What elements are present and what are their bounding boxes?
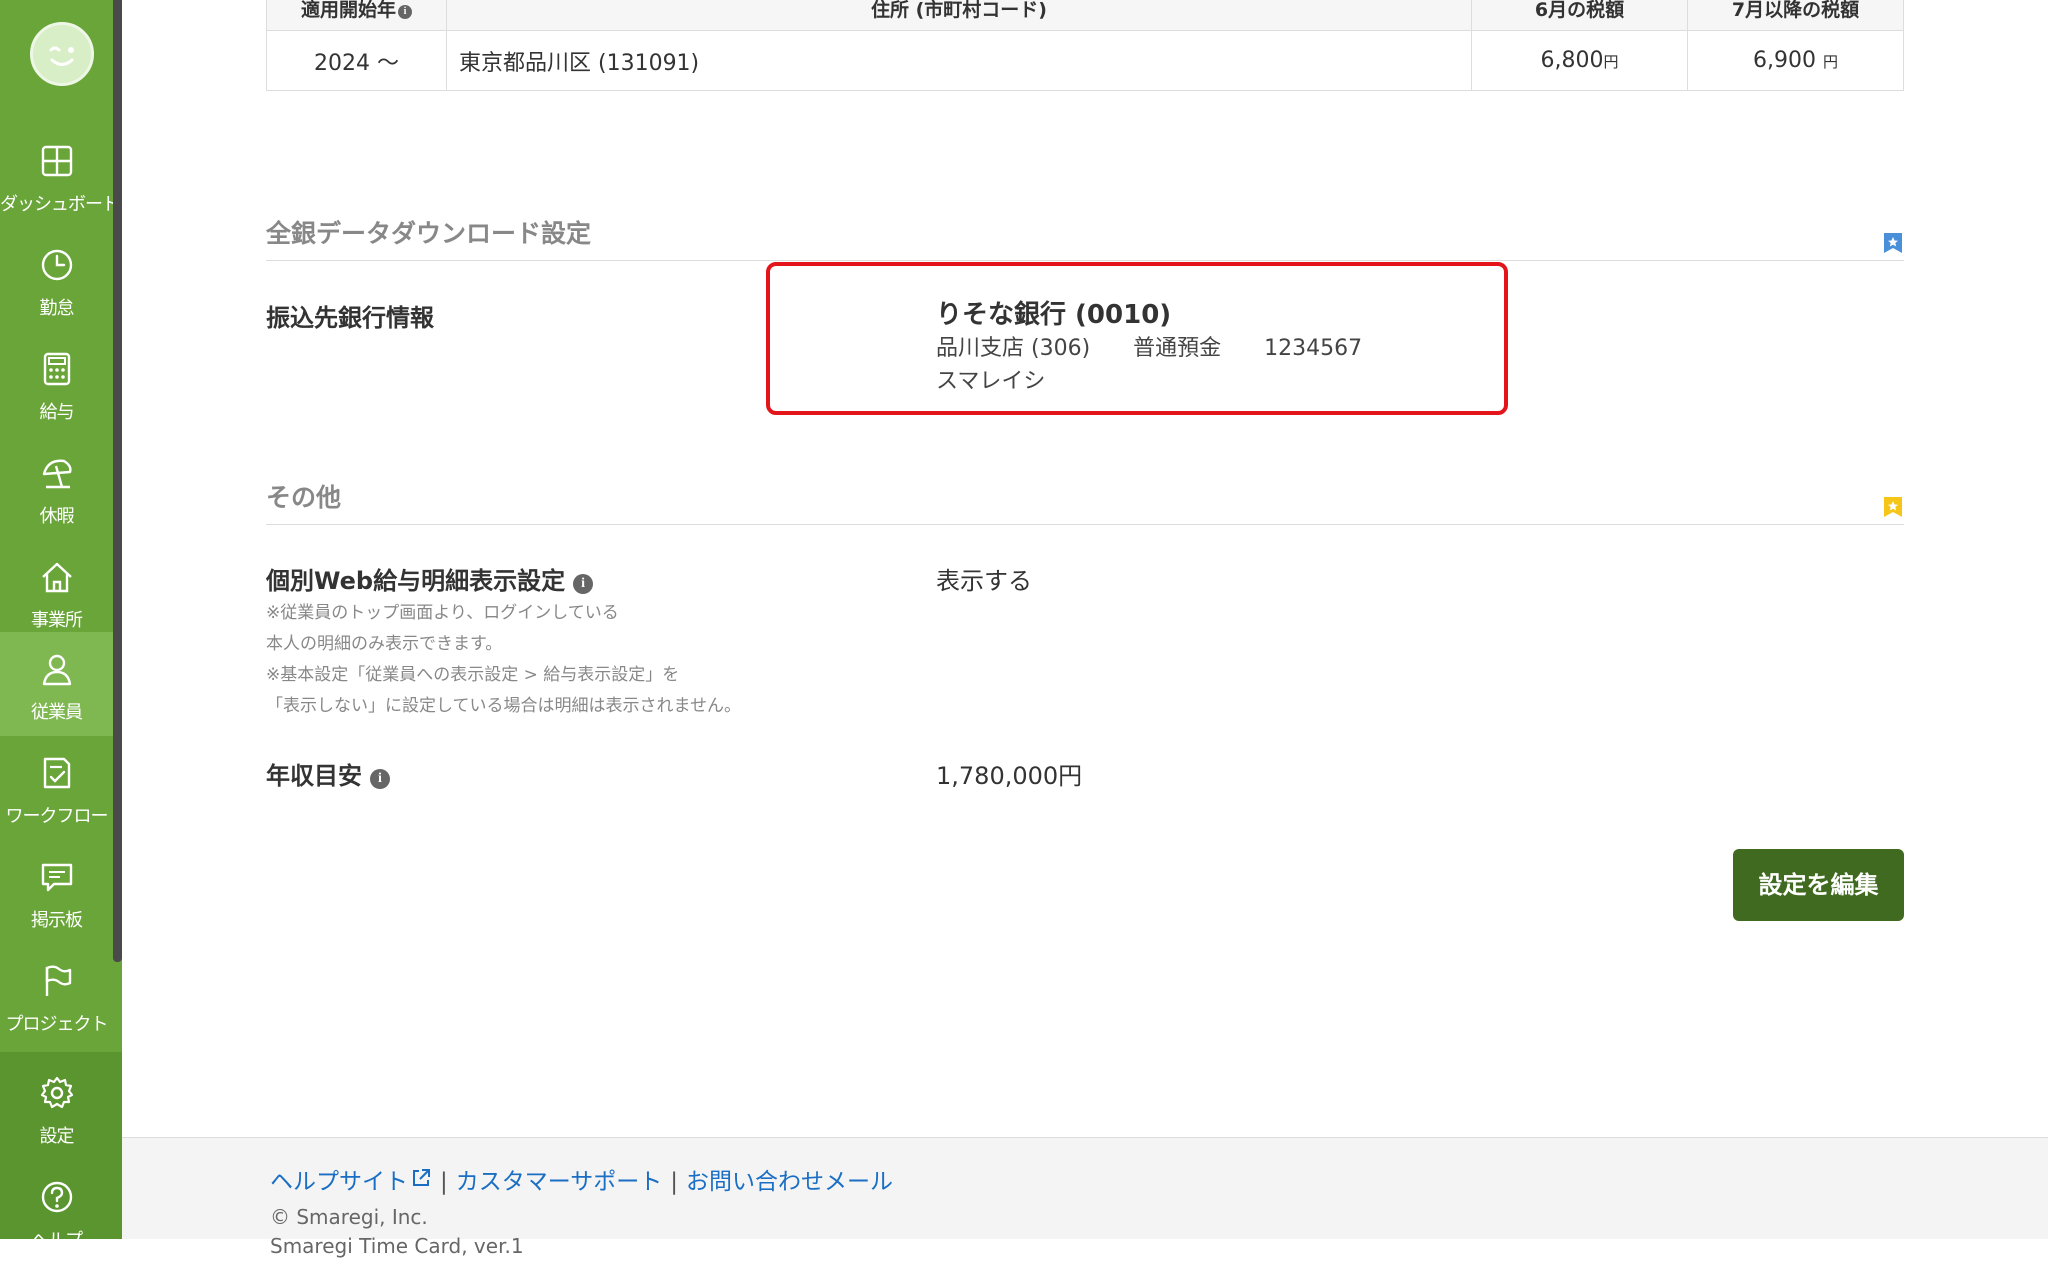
bank-branch: 品川支店 (306): [936, 336, 1091, 361]
sidebar-item-label: ヘルプ: [31, 1230, 83, 1251]
sidebar-item-label: ワークフロー: [5, 806, 109, 827]
annual-income-value: 1,780,000円: [936, 762, 1083, 790]
calculator-icon: [43, 352, 71, 386]
table-row: 2024 〜 東京都品川区 (131091) 6,800円 6,900 円: [266, 30, 1904, 91]
user-avatar[interactable]: [30, 22, 94, 86]
copyright: © Smaregi, Inc.: [270, 1205, 428, 1229]
main-content: 適用開始年 i 住所 (市町村コード) 6月の税額 7月以降の税額 2024 〜 …: [122, 0, 2048, 1258]
sidebar-item-label: 事業所: [31, 610, 83, 631]
beach-umbrella-icon: [42, 459, 72, 489]
sidebar-item-office[interactable]: 事業所: [0, 540, 113, 644]
footer-links: ヘルプサイト | カスタマーサポート | お問い合わせメール: [270, 1169, 894, 1195]
sidebar-scrollbar[interactable]: [113, 0, 122, 962]
customer-support-link[interactable]: カスタマーサポート: [456, 1169, 663, 1195]
sidebar-item-attendance[interactable]: 勤怠: [0, 228, 113, 332]
web-payslip-value: 表示する: [936, 567, 1032, 595]
product-version: Smaregi Time Card, ver.1: [270, 1234, 524, 1258]
home-icon: [42, 562, 72, 593]
sidebar: ダッシュボード 勤怠 給与 休暇 事業所 従業員 ワークフロー 掲示板 プロジェ…: [0, 0, 122, 1251]
section-title-zengin: 全銀データダウンロード設定: [266, 214, 1904, 261]
table-cell-year: 2024 〜: [266, 30, 447, 91]
sidebar-item-workflow[interactable]: ワークフロー: [0, 736, 113, 840]
web-payslip-notes: ※従業員のトップ画面より、ログインしている 本人の明細のみ表示できます。 ※基本…: [266, 603, 741, 716]
info-icon[interactable]: i: [370, 769, 390, 789]
sidebar-item-project[interactable]: プロジェクト: [0, 944, 113, 1048]
help-site-link[interactable]: ヘルプサイト: [270, 1169, 432, 1195]
table-header-start-year: 適用開始年 i: [266, 0, 447, 31]
table-header-july-tax: 7月以降の税額: [1687, 0, 1904, 31]
clock-icon: [41, 249, 73, 281]
sidebar-item-label: 掲示板: [31, 910, 83, 931]
table-cell-july-tax: 6,900 円: [1687, 30, 1904, 91]
sidebar-item-bulletin-board[interactable]: 掲示板: [0, 840, 113, 944]
sidebar-item-label: 勤怠: [39, 298, 75, 319]
sidebar-item-label: 従業員: [31, 702, 83, 723]
bank-account-number: 1234567: [1264, 336, 1363, 361]
table-header-address: 住所 (市町村コード): [446, 0, 1472, 31]
sidebar-item-vacation[interactable]: 休暇: [0, 436, 113, 540]
footer: ヘルプサイト | カスタマーサポート | お問い合わせメール © Smaregi, In…: [122, 1137, 2048, 1258]
web-payslip-label: 個別Web給与明細表示設定 i: [266, 561, 594, 596]
bank-account-details: 品川支店 (306) 普通預金 1234567: [936, 330, 1362, 362]
annual-income-label: 年収目安 i: [266, 756, 390, 791]
sidebar-item-label: 休暇: [39, 506, 75, 527]
contact-mail-link[interactable]: お問い合わせメール: [686, 1169, 893, 1195]
flag-icon: [45, 965, 72, 996]
sidebar-item-help[interactable]: ヘルプ: [0, 1160, 113, 1264]
bookmark-icon[interactable]: [1882, 232, 1904, 254]
bank-info-label: 振込先銀行情報: [266, 304, 434, 332]
table-cell-june-tax: 6,800円: [1471, 30, 1688, 91]
info-icon[interactable]: i: [398, 5, 412, 19]
sidebar-item-payroll[interactable]: 給与: [0, 332, 113, 436]
info-icon[interactable]: i: [573, 574, 594, 594]
sidebar-item-label: プロジェクト: [5, 1014, 109, 1035]
chat-icon: [41, 863, 73, 892]
table-cell-address: 東京都品川区 (131091): [446, 30, 1472, 91]
table-header-june-tax: 6月の税額: [1471, 0, 1688, 31]
sidebar-item-label: ダッシュボード: [0, 194, 120, 215]
sidebar-item-label: 給与: [39, 402, 75, 423]
sidebar-item-label: 設定: [39, 1126, 75, 1147]
edit-settings-button[interactable]: 設定を編集: [1733, 849, 1904, 921]
sidebar-item-employees[interactable]: 従業員: [0, 632, 113, 736]
bank-name: りそな銀行 (0010): [936, 300, 1172, 330]
resident-tax-table: 適用開始年 i 住所 (市町村コード) 6月の税額 7月以降の税額 2024 〜 …: [266, 0, 1904, 91]
sidebar-item-settings[interactable]: 設定: [0, 1056, 113, 1160]
bookmark-icon[interactable]: [1882, 496, 1904, 518]
bank-account-type: 普通預金: [1133, 336, 1222, 361]
bank-account-holder: スマレイシ: [936, 369, 1046, 394]
section-title-other: その他: [266, 478, 1904, 525]
help-icon: [41, 1181, 73, 1213]
sidebar-item-dashboard[interactable]: ダッシュボード: [0, 124, 120, 228]
external-link-icon: [413, 1169, 430, 1186]
person-icon: [42, 654, 72, 686]
dashboard-icon: [41, 145, 73, 177]
gear-icon: [40, 1076, 74, 1109]
document-check-icon: [43, 757, 71, 789]
